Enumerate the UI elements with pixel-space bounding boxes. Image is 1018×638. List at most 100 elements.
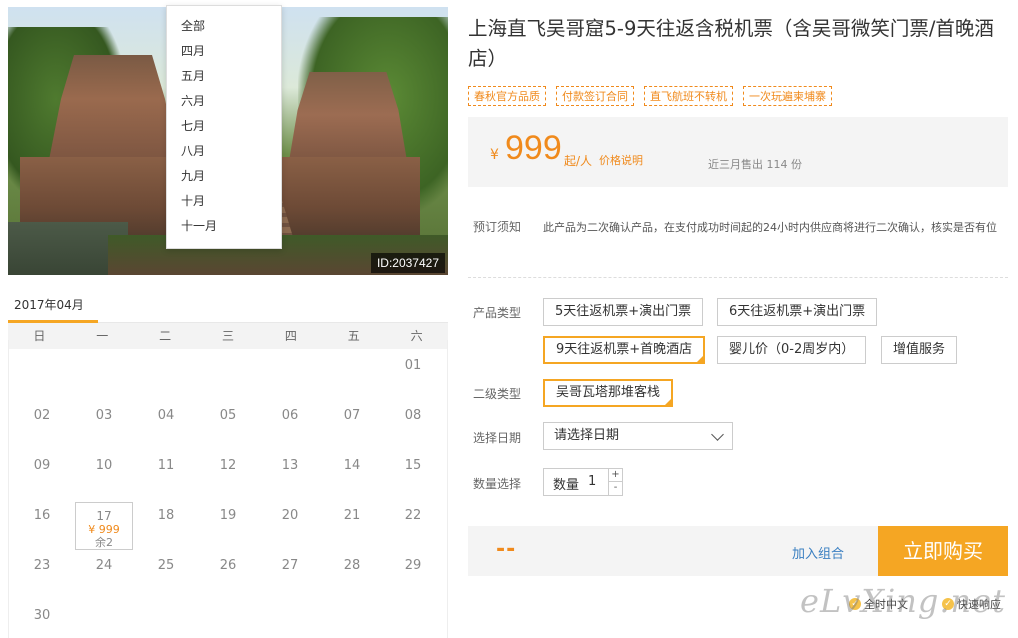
calendar-day: 09: [13, 440, 71, 488]
day-number: 02: [33, 408, 51, 423]
product-type-5day[interactable]: 5天往返机票+演出门票: [543, 298, 704, 326]
calendar-day: 03: [75, 390, 133, 438]
day-number: 16: [33, 508, 51, 523]
calendar-day: 21: [323, 490, 381, 538]
notice-label: 预订须知: [473, 220, 522, 234]
product-type-label: 产品类型: [473, 306, 522, 320]
buy-now-button[interactable]: 立即购买: [878, 526, 1008, 576]
month-option-august[interactable]: 八月: [167, 139, 281, 164]
date-select[interactable]: 请选择日期: [543, 422, 733, 450]
calendar-day: 02: [13, 390, 71, 438]
day-number: 17: [96, 509, 112, 523]
day-number: 08: [404, 408, 422, 423]
price-explain-link[interactable]: 价格说明: [599, 152, 643, 168]
day-number: 22: [404, 508, 422, 523]
calendar-day: 10: [75, 440, 133, 488]
price-unit: 起/人: [564, 154, 593, 168]
calendar-day: 23: [13, 540, 71, 588]
day-number: 14: [343, 458, 361, 473]
product-title: 上海直飞吴哥窟5-9天往返含税机票（含吴哥微笑门票/首晚酒店）: [468, 17, 994, 70]
chevron-down-icon: [711, 428, 724, 441]
day-price: ¥ 999: [88, 523, 120, 536]
day-number: 21: [343, 508, 361, 523]
buy-bar: -- 加入组合 立即购买: [468, 526, 1008, 576]
photo-temple-tower-right: [288, 72, 408, 167]
month-option-october[interactable]: 十月: [167, 189, 281, 214]
calendar-day: 19: [199, 490, 257, 538]
calendar-day: 08: [384, 390, 442, 438]
quantity-field-label: 数量: [553, 478, 580, 493]
calendar-day: 14: [323, 440, 381, 488]
sub-type-option[interactable]: 吴哥瓦塔那堆客栈: [543, 379, 674, 407]
calendar-day: 11: [137, 440, 195, 488]
day-number: 15: [404, 458, 422, 473]
day-number: 19: [219, 508, 237, 523]
quantity-value[interactable]: 1: [588, 474, 596, 489]
section-divider: [468, 277, 1008, 278]
price-amount: 999: [505, 129, 562, 167]
calendar-day: 24: [75, 540, 133, 588]
product-tags: 春秋官方品质 付款签订合同 直飞航班不转机 一次玩遍柬埔寨: [468, 86, 832, 106]
quantity-stepper[interactable]: 数量 1 + -: [543, 468, 623, 496]
date-label: 选择日期: [473, 431, 522, 445]
day-number: 12: [219, 458, 237, 473]
total-price: --: [496, 537, 517, 562]
calendar-day: 07: [323, 390, 381, 438]
tag-cambodia: 一次玩遍柬埔寨: [743, 86, 832, 106]
month-option-november[interactable]: 十一月: [167, 214, 281, 239]
product-type-addon[interactable]: 增值服务: [881, 336, 958, 364]
month-dropdown[interactable]: 全部 四月 五月 六月 七月 八月 九月 十月 十一月: [166, 5, 282, 249]
calendar-day: 18: [137, 490, 195, 538]
calendar-day: 01: [384, 340, 442, 388]
product-type-6day[interactable]: 6天往返机票+演出门票: [717, 298, 878, 326]
day-number: 04: [157, 408, 175, 423]
currency-symbol: ¥: [490, 147, 499, 163]
day-number: 10: [95, 458, 113, 473]
day-number: 30: [33, 608, 51, 623]
day-number: 07: [343, 408, 361, 423]
quantity-plus-button[interactable]: +: [608, 469, 622, 482]
tag-contract: 付款签订合同: [556, 86, 634, 106]
day-number: 28: [343, 558, 361, 573]
sold-count: 近三月售出 114 份: [708, 158, 802, 171]
day-number: 01: [404, 358, 422, 373]
month-option-all[interactable]: 全部: [167, 14, 281, 39]
month-option-april[interactable]: 四月: [167, 39, 281, 64]
price-box: ¥ 999 起/人 价格说明 近三月售出 114 份: [468, 117, 1008, 187]
day-number: 26: [219, 558, 237, 573]
day-number: 18: [157, 508, 175, 523]
calendar-month-tab[interactable]: 2017年04月: [14, 296, 84, 313]
day-number: 11: [157, 458, 175, 473]
day-number: 25: [157, 558, 175, 573]
calendar-day: 29: [384, 540, 442, 588]
notice-text: 此产品为二次确认产品，在支付成功时间起的24小时内供应商将进行二次确认，核实是否…: [543, 221, 997, 234]
month-option-june[interactable]: 六月: [167, 89, 281, 114]
day-number: 09: [33, 458, 51, 473]
calendar-day: 25: [137, 540, 195, 588]
watermark-logo: eLvXing.net: [800, 582, 1006, 620]
day-number: 03: [95, 408, 113, 423]
day-number: 27: [281, 558, 299, 573]
product-type-9day[interactable]: 9天往返机票+首晚酒店: [543, 336, 706, 364]
day-number: 24: [95, 558, 113, 573]
calendar-day: 16: [13, 490, 71, 538]
product-type-infant[interactable]: 婴儿价（0-2周岁内）: [717, 336, 867, 364]
calendar-day: 20: [261, 490, 319, 538]
calendar-day: 13: [261, 440, 319, 488]
calendar-day: 05: [199, 390, 257, 438]
tag-direct-flight: 直飞航班不转机: [644, 86, 733, 106]
month-option-july[interactable]: 七月: [167, 114, 281, 139]
calendar-day: 22: [384, 490, 442, 538]
day-number: 20: [281, 508, 299, 523]
add-combo-link[interactable]: 加入组合: [792, 543, 844, 562]
tag-quality: 春秋官方品质: [468, 86, 546, 106]
month-option-september[interactable]: 九月: [167, 164, 281, 189]
calendar-day: 26: [199, 540, 257, 588]
date-select-placeholder: 请选择日期: [554, 428, 620, 443]
calendar-day: 28: [323, 540, 381, 588]
month-option-may[interactable]: 五月: [167, 64, 281, 89]
quantity-minus-button[interactable]: -: [608, 482, 622, 495]
calendar-day: 15: [384, 440, 442, 488]
photo-id-label: ID:2037427: [370, 253, 445, 273]
calendar-day: 30: [13, 590, 71, 638]
